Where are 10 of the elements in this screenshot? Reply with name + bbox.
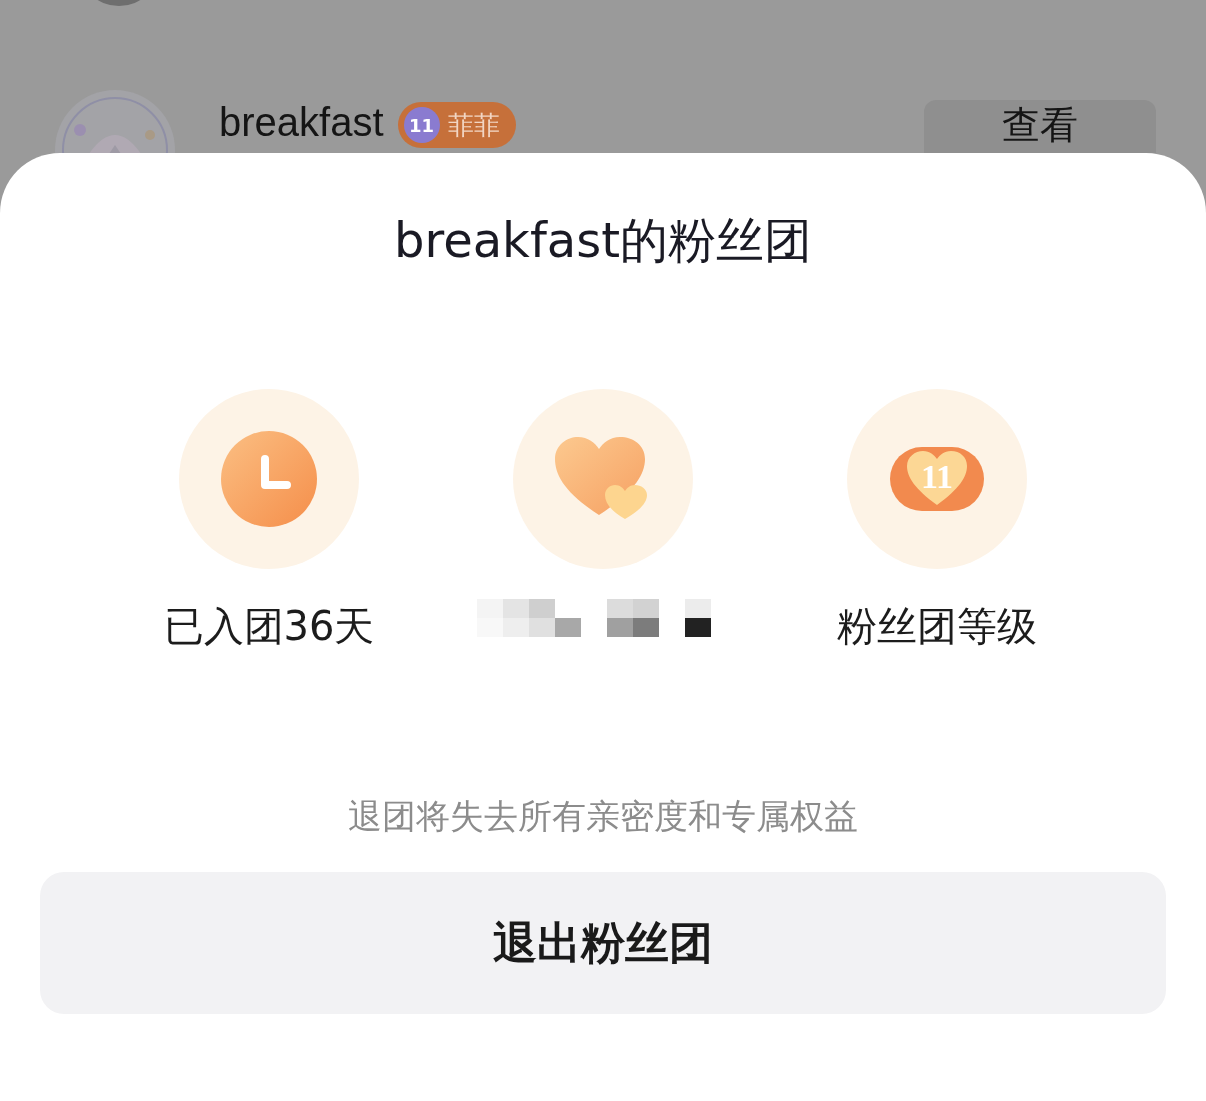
view-button[interactable]: 查看 — [924, 100, 1156, 153]
warning-text: 退团将失去所有亲密度和专属权益 — [348, 795, 858, 838]
level-badge: 11 — [890, 447, 984, 511]
stat-label: 已入团36天 — [163, 602, 375, 651]
username: breakfast — [219, 100, 384, 144]
fan-badge: 11 菲菲 — [397, 102, 516, 148]
quit-button[interactable]: 退出粉丝团 — [40, 872, 1166, 1014]
sheet-title: breakfast的粉丝团 — [394, 211, 812, 270]
stat-label: 粉丝团等级 — [837, 602, 1037, 651]
clock-icon — [221, 431, 317, 527]
